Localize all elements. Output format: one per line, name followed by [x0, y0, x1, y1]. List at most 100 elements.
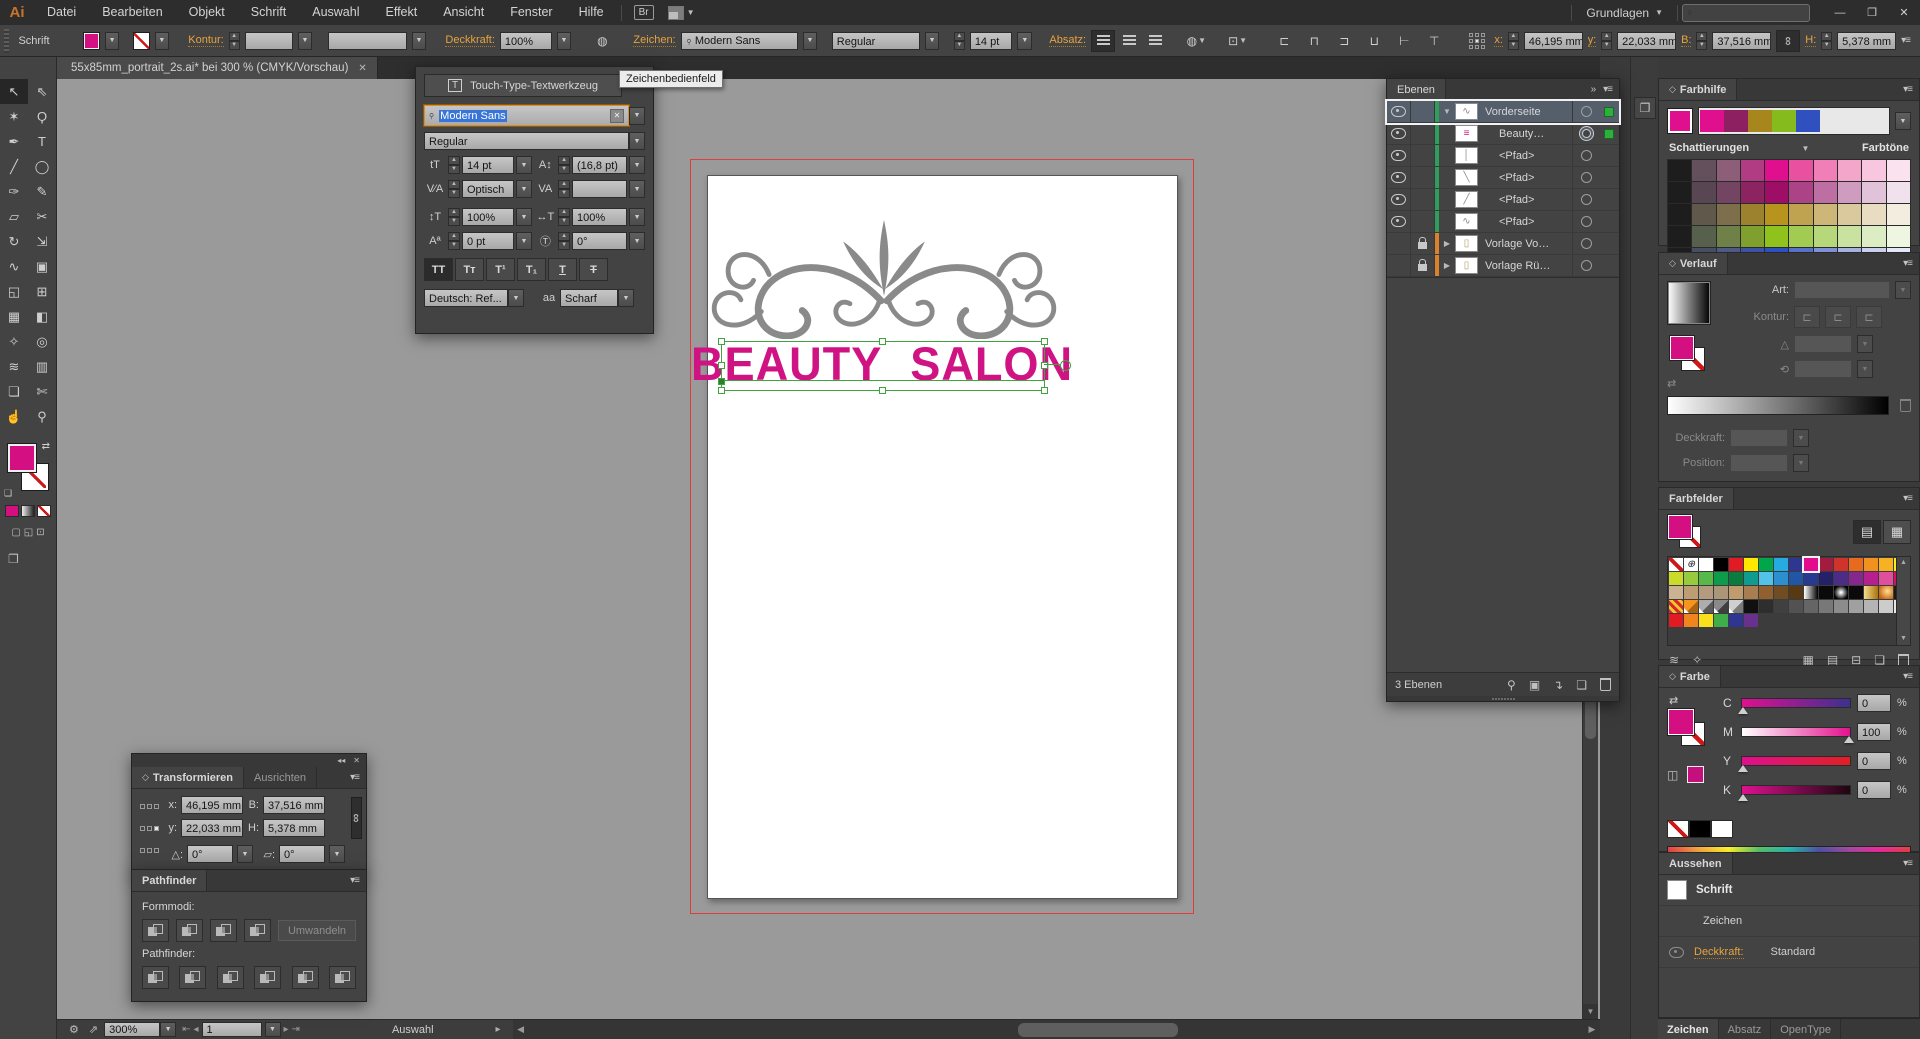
- line-segment-tool[interactable]: ╱: [0, 154, 28, 179]
- appearance-row[interactable]: Deckkraft: Standard: [1659, 937, 1919, 968]
- swatch-cell[interactable]: [1789, 558, 1803, 571]
- y-field[interactable]: 22,033 mm: [1617, 31, 1677, 50]
- strikethrough-button[interactable]: T: [579, 258, 608, 281]
- menu-schrift[interactable]: Schrift: [238, 0, 299, 25]
- swatch-cell[interactable]: [1729, 586, 1743, 599]
- color-guide-tab[interactable]: ◇ Farbhilfe: [1659, 79, 1738, 100]
- color-variation-swatch[interactable]: [1813, 226, 1838, 247]
- perspective-grid-tool[interactable]: ⊞: [28, 279, 56, 304]
- default-fill-stroke-icon[interactable]: ❏: [4, 488, 12, 499]
- menu-datei[interactable]: Datei: [34, 0, 89, 25]
- swatch-cell[interactable]: [1744, 572, 1758, 585]
- swatch-cell[interactable]: [1774, 600, 1788, 613]
- horizontal-scale-dropdown[interactable]: [629, 208, 646, 226]
- swatch-cell[interactable]: [1834, 600, 1848, 613]
- font-style-field[interactable]: Regular: [831, 31, 920, 50]
- color-variation-swatch[interactable]: [1886, 160, 1910, 181]
- superscript-button[interactable]: T¹: [486, 258, 515, 281]
- width-field[interactable]: 37,516 mm: [263, 796, 325, 814]
- kerning-field[interactable]: Optisch: [462, 180, 514, 198]
- harmony-swatch[interactable]: [1772, 110, 1796, 132]
- grid-view-icon[interactable]: ▦: [1883, 520, 1911, 544]
- swatch-cell[interactable]: [1804, 572, 1818, 585]
- visibility-toggle[interactable]: [1387, 211, 1411, 232]
- opacity-link[interactable]: Deckkraft:: [445, 34, 495, 47]
- slider-track[interactable]: [1738, 698, 1851, 714]
- type-tool[interactable]: T: [28, 129, 56, 154]
- layer-name[interactable]: <Pfad>: [1485, 216, 1572, 228]
- swatch-cell[interactable]: [1802, 556, 1820, 573]
- layer-name[interactable]: <Pfad>: [1485, 194, 1572, 206]
- baseline-shift-stepper[interactable]: ▲ ▼: [448, 232, 460, 250]
- swatch-cell[interactable]: [1849, 586, 1863, 599]
- target-button[interactable]: [1572, 211, 1599, 232]
- swatch-cell[interactable]: [1864, 600, 1878, 613]
- flourish-ornament[interactable]: [699, 210, 1069, 339]
- outline-button[interactable]: [291, 966, 319, 989]
- fill-stroke-proxy[interactable]: [1667, 514, 1707, 550]
- swatch-cell[interactable]: [1774, 558, 1788, 571]
- status-flyout-icon[interactable]: ▸: [496, 1024, 501, 1035]
- delete-stop-icon[interactable]: [1900, 399, 1911, 412]
- scissors-tool[interactable]: ✂: [28, 204, 56, 229]
- bridge-button[interactable]: Br: [633, 5, 654, 20]
- selection-handle[interactable]: [718, 387, 725, 394]
- distribute-vertical-button[interactable]: ⊤: [1422, 29, 1447, 52]
- font-size-field[interactable]: 14 pt: [969, 31, 1013, 50]
- exclude-button[interactable]: [244, 919, 271, 942]
- paintbrush-tool[interactable]: ✑: [0, 179, 28, 204]
- gradient-mode-button[interactable]: [21, 505, 35, 517]
- swatch-cell[interactable]: [1759, 572, 1773, 585]
- swatches-tab[interactable]: Farbfelder: [1659, 488, 1734, 509]
- font-style-field[interactable]: Regular: [424, 132, 629, 150]
- color-variation-swatch[interactable]: [1789, 204, 1813, 225]
- stroke-color-swatch[interactable]: [133, 31, 150, 50]
- pen-tool[interactable]: ✒: [0, 129, 28, 154]
- anti-alias-dropdown[interactable]: [618, 289, 634, 307]
- tracking-field[interactable]: [571, 180, 628, 198]
- stroke-width-stepper[interactable]: ▲ ▼: [228, 31, 240, 50]
- horizontal-scale-field[interactable]: 100%: [571, 208, 628, 226]
- align-center-button[interactable]: [1117, 29, 1142, 52]
- color-variation-swatch[interactable]: [1862, 226, 1886, 247]
- selection-proxy[interactable]: [1599, 255, 1619, 276]
- eraser-tool[interactable]: ▱: [0, 204, 28, 229]
- layer-row-vorderseite[interactable]: ▼ Vorderseite: [1385, 99, 1621, 125]
- selection-bounding-box[interactable]: [718, 338, 1048, 394]
- swatch-cell[interactable]: [1759, 586, 1773, 599]
- artboard-number-field[interactable]: 1: [201, 1022, 262, 1037]
- baseline-shift-dropdown[interactable]: [516, 232, 532, 250]
- font-size-stepper[interactable]: ▲ ▼: [953, 31, 965, 50]
- style-options-icon[interactable]: ◍: [590, 29, 615, 52]
- swatch-cell[interactable]: [1699, 600, 1713, 613]
- selection-handle[interactable]: [879, 338, 886, 345]
- color-variation-swatch[interactable]: [1740, 226, 1765, 247]
- slider-handle[interactable]: [1738, 707, 1748, 714]
- layer-row-pfad-4[interactable]: <Pfad>: [1387, 211, 1619, 233]
- swatch-cell[interactable]: [1744, 600, 1758, 613]
- visibility-toggle[interactable]: [1387, 167, 1411, 188]
- swatch-cell[interactable]: [1714, 614, 1728, 627]
- swatch-cell[interactable]: [1849, 572, 1863, 585]
- leading-stepper[interactable]: ▲ ▼: [558, 156, 570, 174]
- vertical-scale-dropdown[interactable]: [516, 208, 532, 226]
- stroke-panel-link[interactable]: Kontur:: [188, 34, 224, 47]
- screen-mode-button[interactable]: ❐: [0, 552, 56, 566]
- color-variation-swatch[interactable]: [1789, 226, 1813, 247]
- harmony-swatch[interactable]: [1796, 110, 1820, 132]
- font-search-field[interactable]: ⌕ Modern Sans ✕: [423, 104, 630, 127]
- color-variation-swatch[interactable]: [1862, 160, 1886, 181]
- swatch-cell[interactable]: [1879, 600, 1893, 613]
- artboard-tool[interactable]: ❏: [0, 379, 28, 404]
- gradient-type-field[interactable]: [1794, 281, 1890, 299]
- constrain-proportions-button[interactable]: ∞: [1776, 29, 1801, 52]
- transform-tab[interactable]: ◇ Transformieren: [132, 767, 245, 788]
- reference-point-selector[interactable]: [1469, 32, 1486, 49]
- swatch-cell[interactable]: [1804, 600, 1818, 613]
- y-stepper[interactable]: ▲ ▼: [1601, 31, 1613, 50]
- leading-field[interactable]: (16,8 pt): [571, 156, 628, 174]
- color-variation-swatch[interactable]: [1716, 160, 1740, 181]
- swatch-cell[interactable]: [1669, 586, 1683, 599]
- isolate-selection-button[interactable]: ⊡ ▼: [1225, 29, 1250, 52]
- target-button[interactable]: [1572, 145, 1599, 166]
